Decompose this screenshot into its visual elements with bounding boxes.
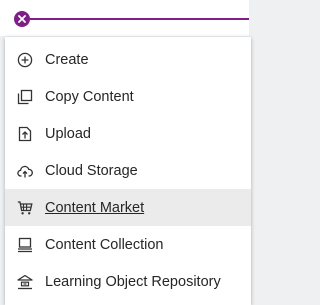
menu-item-content-market[interactable]: Content Market bbox=[5, 189, 251, 226]
menu-item-label: Content Market bbox=[45, 199, 145, 216]
close-button[interactable] bbox=[14, 11, 30, 27]
top-bar bbox=[0, 0, 249, 36]
add-content-menu: Create Copy Content Upload Cloud Storage bbox=[5, 37, 251, 305]
menu-item-create[interactable]: Create bbox=[5, 41, 251, 78]
menu-item-label: Content Collection bbox=[45, 236, 164, 253]
menu-item-learning-object-repository[interactable]: Learning Object Repository bbox=[5, 263, 251, 300]
cloud-upload-icon bbox=[16, 162, 34, 180]
menu-item-label: Learning Object Repository bbox=[45, 273, 221, 290]
menu-item-upload[interactable]: Upload bbox=[5, 115, 251, 152]
menu-item-label: Upload bbox=[45, 125, 91, 142]
repository-icon bbox=[16, 273, 34, 291]
menu-item-copy-content[interactable]: Copy Content bbox=[5, 78, 251, 115]
cart-icon bbox=[16, 199, 34, 217]
collection-icon bbox=[16, 236, 34, 254]
plus-circle-icon bbox=[16, 51, 34, 69]
close-icon bbox=[18, 15, 26, 23]
copy-icon bbox=[16, 88, 34, 106]
menu-item-label: Create bbox=[45, 51, 89, 68]
menu-item-cloud-storage[interactable]: Cloud Storage bbox=[5, 152, 251, 189]
menu-item-label: Copy Content bbox=[45, 88, 134, 105]
menu-item-content-collection[interactable]: Content Collection bbox=[5, 226, 251, 263]
upload-icon bbox=[16, 125, 34, 143]
accent-line bbox=[30, 18, 249, 20]
menu-item-label: Cloud Storage bbox=[45, 162, 138, 179]
